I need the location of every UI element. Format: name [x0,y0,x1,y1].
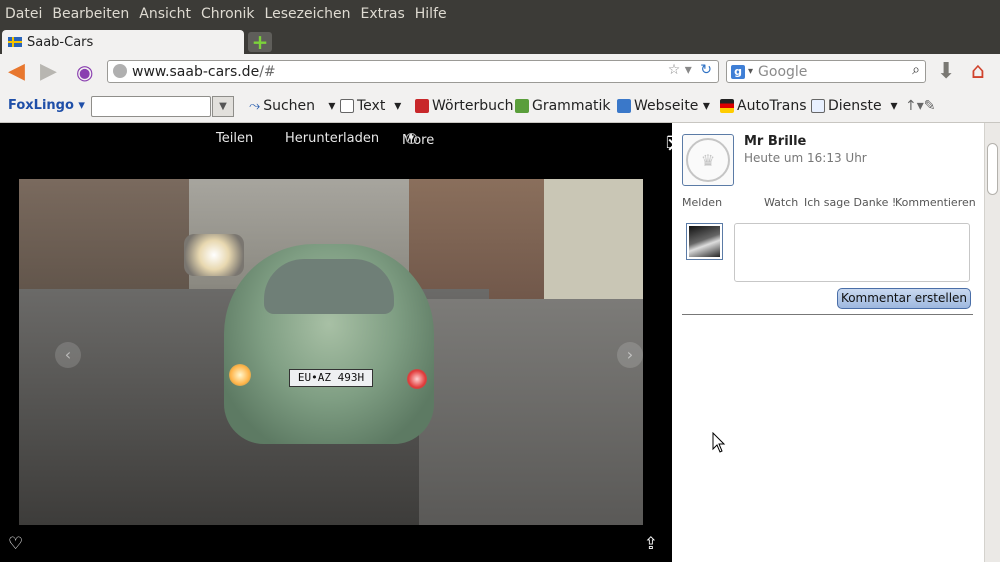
menu-bearbeiten[interactable]: Bearbeiten [52,6,129,22]
thanks-link[interactable]: Ich sage Danke ! [804,196,896,209]
site-identity-icon[interactable] [113,64,127,78]
wand-icon: ⤳ [249,98,261,114]
search-icon[interactable]: ⌕ [912,62,920,78]
share-arrow-icon[interactable]: ⇪ [644,534,658,554]
url-bar-actions: ☆ ▾ ↻ [668,62,712,78]
crown-logo-icon: ♛ [686,138,730,182]
reload-icon[interactable]: ↻ [700,62,712,78]
foxlingo-input-dropdown[interactable]: ▼ [212,96,234,117]
tab-title: Saab-Cars [27,34,94,50]
image-viewer: Teilen Herunterladen More▼ ❐ ✕ EU•AZ 493… [0,123,683,562]
scrollbar-thumb[interactable] [987,143,998,195]
dienste-button[interactable]: Dienste ▾ [811,98,898,114]
commenter-avatar [686,223,723,260]
suchen-label: Suchen [263,98,316,114]
watch-link[interactable]: Watch [764,196,798,209]
foxlingo-search-input[interactable] [91,96,211,117]
like-heart-icon[interactable]: ♡ [8,534,23,554]
suchen-button[interactable]: ⤳ Suchen ▾ [249,98,335,114]
comment-textarea[interactable] [734,223,970,282]
menu-datei[interactable]: Datei [5,6,42,22]
grammatik-label: Grammatik [532,98,611,114]
comment-panel: ♛ Mr Brille Heute um 16:13 Uhr Melden Wa… [672,123,984,562]
post-timestamp: Heute um 16:13 Uhr [744,151,867,165]
grammatik-button[interactable]: Grammatik [515,98,611,114]
engine-dropdown-icon[interactable]: ▾ [748,66,753,77]
dictionary-icon [415,99,429,113]
page-scrollbar[interactable] [984,123,1000,562]
history-dropdown-icon[interactable]: ▾ [685,62,692,78]
webseite-button[interactable]: Webseite ▾ [617,98,710,114]
commenter-avatar-image [689,226,720,257]
submit-comment-button[interactable]: Kommentar erstellen [837,288,971,309]
menu-bar: Datei Bearbeiten Ansicht Chronik Lesezei… [0,0,1000,28]
previous-arrow-icon[interactable]: ‹ [55,342,81,368]
foxlingo-logo[interactable]: FoxLingo ▾ [8,98,85,113]
photo-right-light [407,369,427,389]
webpage-icon [617,99,631,113]
autotrans-button[interactable]: AutoTrans [720,98,807,114]
photo-sidewalk [419,299,643,525]
share-link[interactable]: Teilen [216,131,253,146]
tools-icon[interactable]: ↑▾✎ [905,98,936,114]
url-host: www.saab-cars.de [132,63,260,80]
url-bar[interactable]: www.saab-cars.de/# ☆ ▾ ↻ [107,60,719,83]
report-link[interactable]: Melden [682,196,722,209]
dienste-label: Dienste [828,98,882,114]
woerterbuch-button[interactable]: Wörterbuch [415,98,514,114]
foxlingo-toolbar: FoxLingo ▾ ▼ ⤳ Suchen ▾ Text ▾ Wörterbuc… [0,90,1000,123]
divider [682,314,973,315]
forward-arrow-icon[interactable]: ▶ [40,61,57,83]
avatar[interactable]: ♛ [682,134,734,186]
new-tab-button[interactable]: + [248,32,272,52]
license-plate: EU•AZ 493H [289,369,373,387]
photo-left-light [229,364,251,386]
swedish-flag-icon [8,37,22,47]
mouse-cursor-icon [712,432,726,453]
photo-house [544,179,643,309]
extension-icon[interactable]: ◉ [76,61,93,83]
foxlingo-label: FoxLingo [8,98,74,113]
menu-ansicht[interactable]: Ansicht [139,6,191,22]
downloads-icon[interactable]: ⬇ [937,61,955,83]
menu-extras[interactable]: Extras [361,6,405,22]
grammar-icon [515,99,529,113]
download-link[interactable]: Herunterladen [285,131,379,146]
search-placeholder: Google [758,63,808,80]
menu-hilfe[interactable]: Hilfe [415,6,447,22]
car-photo: EU•AZ 493H ‹ › [19,179,643,525]
text-doc-icon [340,99,354,113]
next-arrow-icon[interactable]: › [617,342,643,368]
german-flag-icon [720,99,734,113]
menu-chronik[interactable]: Chronik [201,6,255,22]
google-engine-icon[interactable]: g [731,64,745,79]
photo-rear-window [264,259,394,314]
text-button[interactable]: Text ▾ [340,98,401,114]
back-arrow-icon[interactable]: ◀ [8,61,25,83]
bookmark-star-icon[interactable]: ☆ [668,62,681,78]
menu-lesezeichen[interactable]: Lesezeichen [265,6,351,22]
viewer-toolbar: Teilen Herunterladen More▼ ❐ ✕ [0,129,683,157]
photo-oncoming-car [184,234,244,276]
viewer-bottom-bar: ♡ ⇪ [0,528,672,562]
tab-strip: Saab-Cars + [0,28,1000,54]
tab-saab-cars[interactable]: Saab-Cars [2,30,244,54]
webseite-label: Webseite [634,98,699,114]
chevron-down-icon: ▼ [406,133,417,144]
woerterbuch-label: Wörterbuch [432,98,514,114]
comment-link[interactable]: Kommentieren [895,196,976,209]
text-label: Text [357,98,386,114]
search-bar[interactable]: g ▾ Google ⌕ [726,60,926,83]
url-path: /# [259,63,276,80]
home-icon[interactable]: ⌂ [971,61,985,83]
autotrans-label: AutoTrans [737,98,807,114]
services-icon [811,99,825,113]
username[interactable]: Mr Brille [744,134,806,149]
